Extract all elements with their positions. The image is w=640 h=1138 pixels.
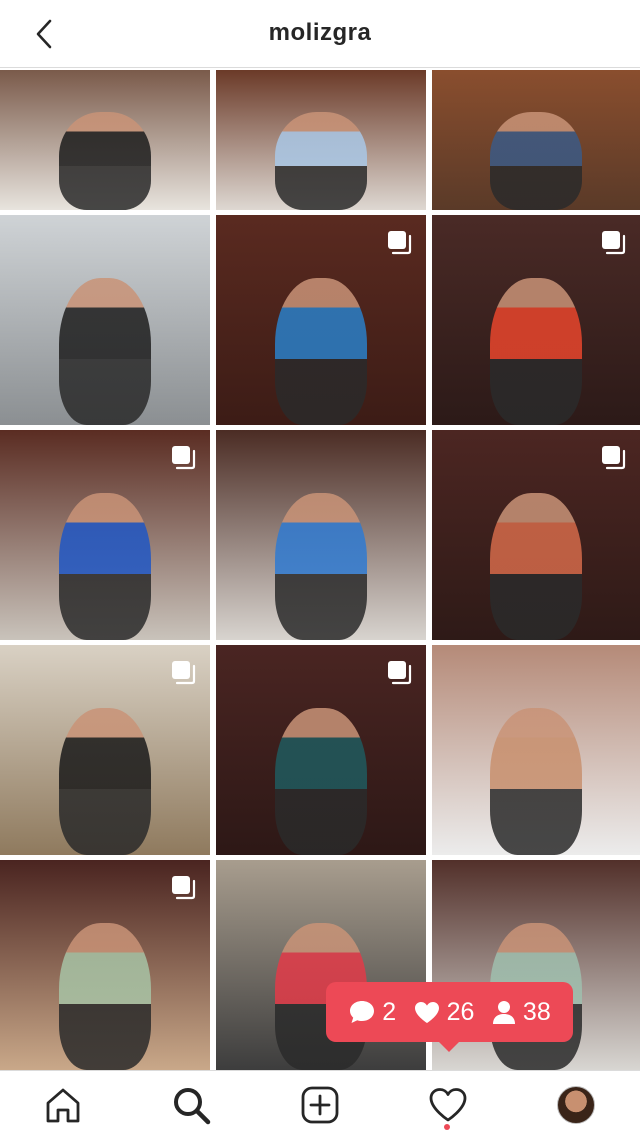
photo-subject bbox=[58, 278, 152, 425]
nav-search[interactable] bbox=[169, 1083, 213, 1127]
photo-subject bbox=[274, 708, 368, 855]
followers-count: 38 bbox=[491, 998, 551, 1027]
multiple-photos-icon bbox=[602, 231, 626, 255]
photo-tile-8[interactable] bbox=[216, 430, 426, 640]
multiple-photos-icon bbox=[388, 231, 412, 255]
multiple-photos-icon bbox=[172, 876, 196, 900]
photo-tile-4[interactable] bbox=[0, 215, 210, 425]
person-icon bbox=[492, 1001, 515, 1024]
search-icon bbox=[174, 1088, 211, 1125]
photo-subject bbox=[58, 493, 152, 640]
multiple-photos-icon bbox=[602, 446, 626, 470]
bottom-navigation bbox=[0, 1070, 640, 1138]
photo-tile-1[interactable] bbox=[0, 70, 210, 210]
photo-subject bbox=[490, 493, 582, 640]
photo-tile-10[interactable] bbox=[0, 645, 210, 855]
photo-subject bbox=[58, 708, 152, 855]
photo-subject bbox=[490, 278, 582, 425]
nav-activity[interactable] bbox=[426, 1083, 470, 1127]
multiple-photos-icon bbox=[388, 661, 412, 685]
top-header: molizgra bbox=[0, 0, 640, 68]
comments-count: 2 bbox=[348, 998, 396, 1027]
photo-subject bbox=[490, 112, 582, 210]
comment-bubble-icon bbox=[350, 1001, 375, 1023]
page-title: molizgra bbox=[268, 19, 372, 46]
activity-indicator-dot bbox=[444, 1124, 450, 1130]
photo-tile-12[interactable] bbox=[432, 645, 640, 855]
likes-count: 26 bbox=[413, 997, 475, 1027]
photo-tile-9[interactable] bbox=[432, 430, 640, 640]
photo-tile-6[interactable] bbox=[432, 215, 640, 425]
photo-tile-3[interactable] bbox=[432, 70, 640, 210]
profile-avatar bbox=[557, 1086, 595, 1124]
multiple-photos-icon bbox=[172, 446, 196, 470]
photo-tile-2[interactable] bbox=[216, 70, 426, 210]
heart-icon bbox=[414, 1002, 439, 1023]
likes-count-value: 26 bbox=[446, 997, 475, 1026]
activity-notification-bubble[interactable]: 2 26 38 bbox=[326, 982, 573, 1052]
photo-subject bbox=[274, 112, 368, 210]
photo-tile-7[interactable] bbox=[0, 430, 210, 640]
nav-new-post[interactable] bbox=[298, 1083, 342, 1127]
photo-tile-5[interactable] bbox=[216, 215, 426, 425]
nav-home[interactable] bbox=[41, 1083, 85, 1127]
photo-subject bbox=[274, 278, 368, 425]
photo-subject bbox=[274, 493, 368, 640]
comments-count-value: 2 bbox=[382, 997, 397, 1026]
photo-tile-13[interactable] bbox=[0, 860, 210, 1070]
followers-count-value: 38 bbox=[522, 997, 551, 1026]
photo-subject bbox=[490, 708, 582, 855]
add-post-icon bbox=[301, 1086, 339, 1124]
photo-tile-11[interactable] bbox=[216, 645, 426, 855]
multiple-photos-icon bbox=[172, 661, 196, 685]
photo-subject bbox=[58, 923, 152, 1070]
photo-subject bbox=[58, 112, 152, 210]
nav-profile[interactable] bbox=[554, 1083, 598, 1127]
activity-heart-icon bbox=[429, 1088, 467, 1122]
home-icon bbox=[46, 1088, 80, 1123]
